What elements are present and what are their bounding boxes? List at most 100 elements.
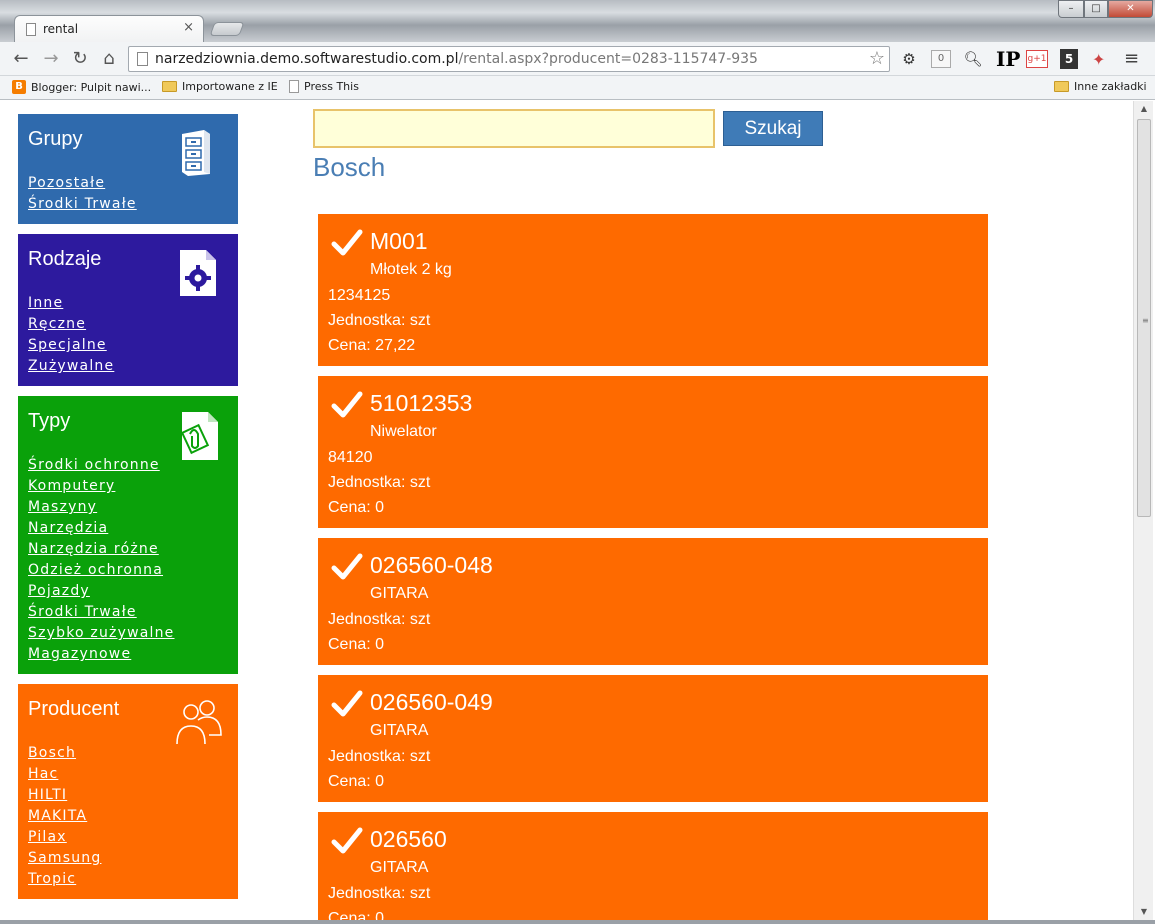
gear-icon[interactable]: ⚙ [898,50,920,68]
producent-link[interactable]: Tropic [28,869,228,890]
checkmark-icon [331,229,363,256]
product-unit: Jednostka: szt [328,312,431,329]
magnifier-extension-icon[interactable]: 🔍︎ [962,50,984,68]
bookmark-blogger[interactable]: B Blogger: Pulpit nawi... [12,80,151,94]
maximize-button[interactable]: □ [1084,0,1108,18]
counter-extension-icon[interactable]: 0 [931,50,951,68]
pin-extension-icon[interactable]: ✦ [1092,50,1105,69]
producent-link[interactable]: Pilax [28,827,228,848]
page-icon [289,80,299,93]
product-card[interactable]: 026560 GITARA Jednostka: szt Cena: 0 [318,812,988,920]
producent-link[interactable]: MAKITA [28,806,228,827]
bookmark-importowane[interactable]: Importowane z IE [162,80,278,93]
producer-title: Bosch [313,152,386,182]
product-card[interactable]: 026560-048 GITARA Jednostka: szt Cena: 0 [318,538,988,665]
grupy-link[interactable]: Środki Trwałe [28,194,228,215]
product-unit: Jednostka: szt [328,611,431,628]
html5-extension-icon[interactable]: 5 [1060,49,1078,69]
typy-link[interactable]: Pojazdy [28,581,228,602]
product-price: Cena: 27,22 [328,337,416,354]
grupy-panel: Grupy Pozostałe Środki Trwałe [18,114,238,224]
bookmark-press-this[interactable]: Press This [289,80,359,93]
grip-icon: ≡ [1142,316,1149,325]
folder-icon [162,81,177,92]
minimize-button[interactable]: – [1058,0,1084,18]
product-unit: Jednostka: szt [328,885,431,902]
rodzaje-panel: Rodzaje Inne Ręczne Specjalne Zużywalne [18,234,238,386]
product-name: GITARA [370,585,429,602]
producent-link[interactable]: HILTI [28,785,228,806]
bookmarks-bar: B Blogger: Pulpit nawi... Importowane z … [0,76,1155,100]
typy-link[interactable]: Odzież ochronna [28,560,228,581]
rodzaje-link[interactable]: Zużywalne [28,356,228,377]
page-viewport: Grupy Pozostałe Środki Trwałe Rodzaje In… [0,101,1133,920]
product-name: Młotek 2 kg [370,261,452,278]
scroll-down-arrow-icon[interactable]: ▼ [1134,904,1154,920]
other-bookmarks[interactable]: Inne zakładki [1054,80,1147,93]
bookmark-label: Press This [304,80,359,93]
product-price: Cena: 0 [328,636,385,653]
typy-link[interactable]: Środki Trwałe [28,602,228,623]
browser-tab-rental[interactable]: rental × [14,15,204,43]
bookmark-star-icon[interactable]: ☆ [869,48,885,69]
blogger-icon: B [12,80,26,94]
typy-link[interactable]: Narzędzia [28,518,228,539]
product-price: Cena: 0 [328,773,385,790]
new-tab-button[interactable] [209,22,245,36]
vertical-scrollbar[interactable]: ▲ ≡ ▼ [1133,101,1153,920]
page-icon [137,52,148,66]
rodzaje-link[interactable]: Ręczne [28,314,228,335]
producent-link[interactable]: Samsung [28,848,228,869]
product-price: Cena: 0 [328,499,385,516]
typy-link[interactable]: Maszyny [28,497,228,518]
page-icon [26,23,36,36]
producent-link[interactable]: Hac [28,764,228,785]
google-plus-extension-icon[interactable]: g+1 [1026,50,1048,68]
window-frame-bottom [0,920,1155,924]
search-input[interactable] [313,109,715,148]
product-price: Cena: 0 [328,910,385,920]
bookmark-label: Inne zakładki [1074,80,1147,93]
rodzaje-link[interactable]: Specjalne [28,335,228,356]
typy-link[interactable]: Magazynowe [28,644,228,665]
rodzaje-link[interactable]: Inne [28,293,228,314]
checkmark-icon [331,553,363,580]
url-text[interactable]: narzedziownia.demo.softwarestudio.com.pl… [155,51,758,67]
url-host: narzedziownia.demo.softwarestudio.com.pl [155,51,459,67]
scrollbar-thumb[interactable]: ≡ [1137,119,1151,517]
scroll-up-arrow-icon[interactable]: ▲ [1134,101,1154,117]
typy-link[interactable]: Szybko zużywalne [28,623,228,644]
product-card[interactable]: 51012353 Niwelator 84120 Jednostka: szt … [318,376,988,528]
product-ean: 84120 [328,449,373,466]
forward-arrow-icon[interactable]: → [40,48,62,70]
product-code: 026560 [370,826,447,852]
bookmark-label: Importowane z IE [182,80,278,93]
back-arrow-icon[interactable]: ← [10,48,32,70]
address-bar[interactable]: narzedziownia.demo.softwarestudio.com.pl… [128,46,890,72]
reload-icon[interactable]: ↻ [69,48,91,70]
url-path: /rental.aspx?producent=0283-115747-935 [458,51,758,67]
product-card[interactable]: M001 Młotek 2 kg 1234125 Jednostka: szt … [318,214,988,366]
product-unit: Jednostka: szt [328,748,431,765]
product-card[interactable]: 026560-049 GITARA Jednostka: szt Cena: 0 [318,675,988,802]
producent-link[interactable]: Bosch [28,743,228,764]
window-close-button[interactable]: ✕ [1108,0,1153,18]
search-button[interactable]: Szukaj [723,111,823,146]
hamburger-menu-icon[interactable]: ≡ [1124,48,1139,69]
typy-link[interactable]: Narzędzia różne [28,539,228,560]
home-icon[interactable]: ⌂ [98,48,120,70]
tab-title: rental [43,22,79,36]
typy-panel: Typy Środki ochronne Komputery Maszyny N… [18,396,238,674]
product-code: 51012353 [370,390,473,416]
product-name: GITARA [370,722,429,739]
ip-extension-icon[interactable]: IP [996,47,1020,71]
checkmark-icon [331,391,363,418]
browser-toolbar: ← → ↻ ⌂ narzedziownia.demo.softwarestudi… [0,42,1155,76]
product-code: 026560-048 [370,552,493,578]
typy-link[interactable]: Komputery [28,476,228,497]
browser-titlebar: rental × – □ ✕ [0,0,1155,43]
product-unit: Jednostka: szt [328,474,431,491]
product-code: 026560-049 [370,689,493,715]
close-icon[interactable]: × [183,20,194,35]
product-name: Niwelator [370,423,437,440]
